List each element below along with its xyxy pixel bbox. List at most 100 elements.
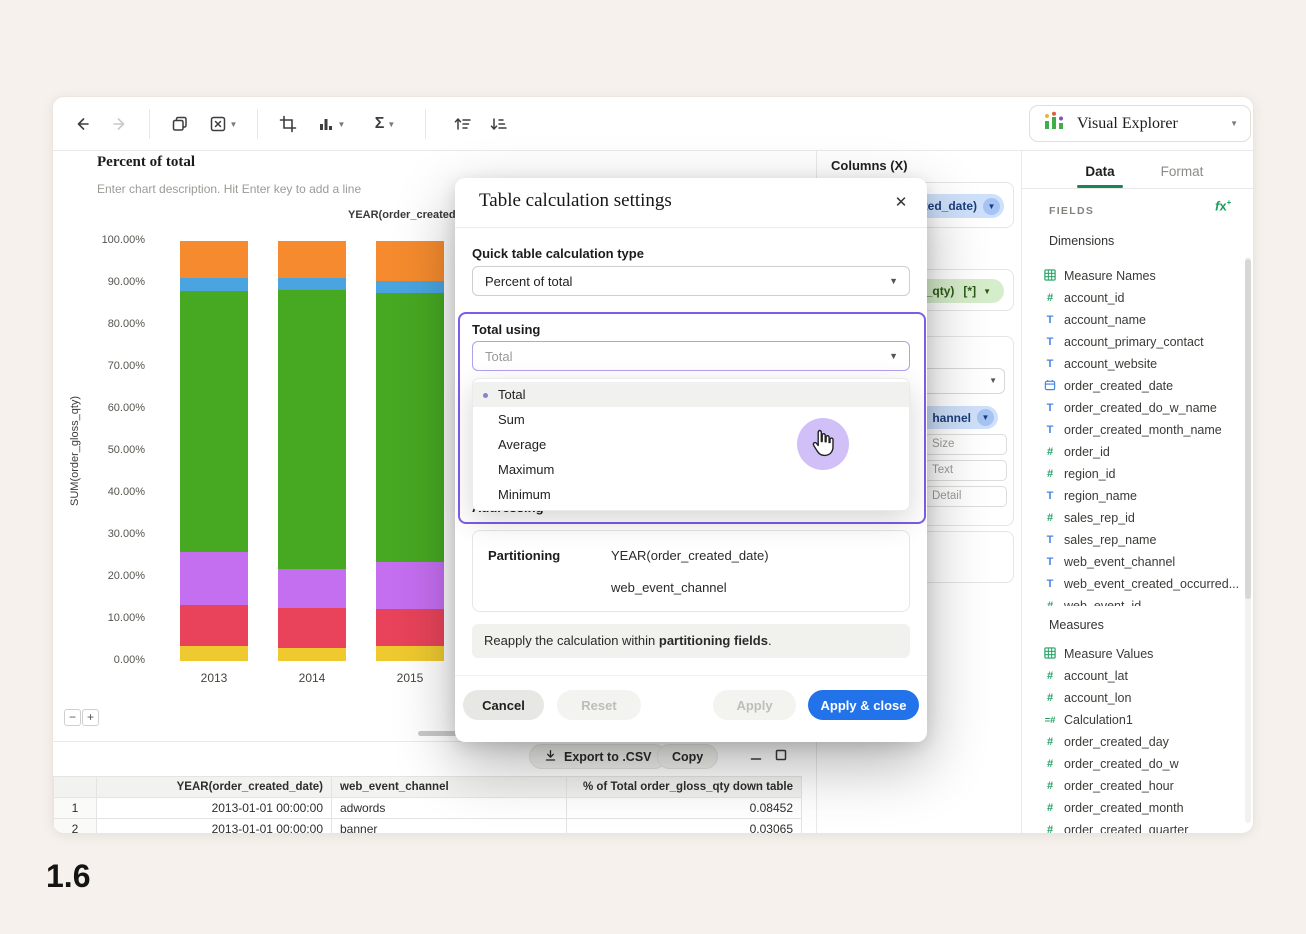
measure-field-order-created-hour[interactable]: #order_created_hour <box>1039 775 1243 797</box>
fields-scrollbar-thumb[interactable] <box>1245 259 1251 599</box>
measure-field-order-created-day[interactable]: #order_created_day <box>1039 731 1243 753</box>
results-cell[interactable]: 2013-01-01 00:00:00 <box>97 798 332 819</box>
measure-field-account-lat[interactable]: #account_lat <box>1039 665 1243 687</box>
clear-chart-icon[interactable]: ▼ <box>203 110 243 138</box>
size-dropzone[interactable]: Size <box>924 434 1007 455</box>
bar-segment-2013-orange[interactable] <box>180 241 248 278</box>
copy-button[interactable]: Copy <box>657 744 718 769</box>
bar-segment-2015-green[interactable] <box>376 293 444 562</box>
reset-button[interactable]: Reset <box>557 690 641 720</box>
app-switcher-button[interactable]: Visual Explorer ▼ <box>1029 105 1251 142</box>
results-column-header[interactable]: web_event_channel <box>332 777 567 798</box>
dimension-field-order-created-do-w-name[interactable]: Torder_created_do_w_name <box>1039 397 1243 419</box>
menu-option-maximum[interactable]: Maximum <box>473 457 909 482</box>
results-cell[interactable]: 2013-01-01 00:00:00 <box>97 819 332 835</box>
dimension-field-account-website[interactable]: Taccount_website <box>1039 353 1243 375</box>
results-cell[interactable]: 0.08452 <box>567 798 802 819</box>
dimension-field-account-id[interactable]: #account_id <box>1039 287 1243 309</box>
maximize-panel-icon[interactable] <box>774 748 788 762</box>
minimize-panel-icon[interactable] <box>749 748 763 762</box>
zoom-out-button[interactable]: − <box>64 709 81 726</box>
results-cell[interactable]: banner <box>332 819 567 835</box>
measure-field-order-created-quarter[interactable]: #order_created_quarter <box>1039 819 1243 834</box>
bar-segment-2015-red[interactable] <box>376 609 444 646</box>
measure-field-calculation1[interactable]: =#Calculation1 <box>1039 709 1243 731</box>
dimension-field-sales-rep-id[interactable]: #sales_rep_id <box>1039 507 1243 529</box>
results-column-header[interactable]: % of Total order_gloss_qty down table <box>567 777 802 798</box>
row-number-cell[interactable]: 1 <box>54 798 97 819</box>
chevron-down-icon[interactable]: ▼ <box>983 287 991 296</box>
chevron-down-icon[interactable]: ▼ <box>977 409 994 426</box>
fields-header: FIELDS <box>1049 205 1094 217</box>
pill-label-fragment: hannel <box>932 411 971 425</box>
bar-segment-2014-orange[interactable] <box>278 241 346 278</box>
close-icon[interactable]: ✕ <box>889 191 913 215</box>
measure-field-account-lon[interactable]: #account_lon <box>1039 687 1243 709</box>
bar-segment-2014-purple[interactable] <box>278 569 346 608</box>
tab-format[interactable]: Format <box>1153 155 1211 188</box>
chart-title[interactable]: Percent of total <box>97 154 195 171</box>
dimension-field-region-name[interactable]: Tregion_name <box>1039 485 1243 507</box>
menu-option-label: Average <box>498 437 546 452</box>
bar-segment-2013-purple[interactable] <box>180 552 248 605</box>
bar-segment-2014-red[interactable] <box>278 608 346 648</box>
bar-segment-2013-red[interactable] <box>180 605 248 646</box>
back-icon[interactable] <box>69 110 95 138</box>
dimension-field-web-event-created-occurred-[interactable]: Tweb_event_created_occurred... <box>1039 573 1243 595</box>
results-column-header[interactable] <box>54 777 97 798</box>
menu-option-minimum[interactable]: Minimum <box>473 482 909 507</box>
add-calculation-fx-icon[interactable]: fx+ <box>1215 198 1231 213</box>
dimension-field-region-id[interactable]: #region_id <box>1039 463 1243 485</box>
measure-field-order-created-month[interactable]: #order_created_month <box>1039 797 1243 819</box>
total-using-select[interactable]: Total ▼ <box>472 341 910 371</box>
dimension-field-account-name[interactable]: Taccount_name <box>1039 309 1243 331</box>
measure-field-order-created-do-w[interactable]: #order_created_do_w <box>1039 753 1243 775</box>
menu-option-total[interactable]: Total <box>473 382 909 407</box>
measure-field-measure-values[interactable]: Measure Values <box>1039 643 1243 665</box>
text-icon: T <box>1043 402 1057 414</box>
cancel-button[interactable]: Cancel <box>463 690 544 720</box>
dimension-field-web-event-channel[interactable]: Tweb_event_channel <box>1039 551 1243 573</box>
bar-segment-2015-purple[interactable] <box>376 562 444 609</box>
selected-option-dot <box>483 393 488 398</box>
row-number-cell[interactable]: 2 <box>54 819 97 835</box>
chart-type-icon[interactable]: ▼ <box>311 110 351 138</box>
bar-segment-2013-blue[interactable] <box>180 278 248 290</box>
bar-segment-2015-blue[interactable] <box>376 281 444 293</box>
sort-descending-icon[interactable] <box>485 110 511 138</box>
dimension-field-web-event-id[interactable]: #web_event_id <box>1039 595 1243 606</box>
apply-button[interactable]: Apply <box>713 690 796 720</box>
zoom-in-button[interactable]: + <box>82 709 99 726</box>
dimension-field-measure-names[interactable]: Measure Names <box>1039 265 1243 287</box>
bar-segment-2014-blue[interactable] <box>278 278 346 290</box>
export-csv-button[interactable]: Export to .CSV <box>529 744 667 769</box>
dimension-field-order-created-date[interactable]: order_created_date <box>1039 375 1243 397</box>
tabs-border <box>1021 188 1253 189</box>
results-cell[interactable]: adwords <box>332 798 567 819</box>
bar-segment-2013-green[interactable] <box>180 291 248 552</box>
chevron-down-icon[interactable]: ▼ <box>983 198 1000 215</box>
bar-segment-2015-yellow[interactable] <box>376 646 444 661</box>
tab-data[interactable]: Data <box>1077 155 1123 188</box>
duplicate-chart-icon[interactable] <box>167 110 193 138</box>
bar-segment-2013-yellow[interactable] <box>180 646 248 661</box>
results-cell[interactable]: 0.03065 <box>567 819 802 835</box>
detail-dropzone[interactable]: Detail <box>924 486 1007 507</box>
results-column-header[interactable]: YEAR(order_created_date) <box>97 777 332 798</box>
bar-segment-2014-green[interactable] <box>278 290 346 569</box>
chart-description-placeholder[interactable]: Enter chart description. Hit Enter key t… <box>97 182 361 196</box>
aggregate-sigma-icon[interactable]: Σ ▼ <box>365 110 405 138</box>
forward-icon[interactable] <box>107 110 133 138</box>
crop-icon[interactable] <box>275 110 301 138</box>
apply-close-button[interactable]: Apply & close <box>808 690 919 720</box>
dimension-field-order-created-month-name[interactable]: Torder_created_month_name <box>1039 419 1243 441</box>
sort-ascending-icon[interactable] <box>449 110 475 138</box>
dimension-field-sales-rep-name[interactable]: Tsales_rep_name <box>1039 529 1243 551</box>
bar-segment-2015-orange[interactable] <box>376 241 444 281</box>
quick-calc-select[interactable]: Percent of total ▼ <box>472 266 910 296</box>
text-dropzone[interactable]: Text <box>924 460 1007 481</box>
bar-segment-2014-yellow[interactable] <box>278 648 346 661</box>
dimension-field-account-primary-contact[interactable]: Taccount_primary_contact <box>1039 331 1243 353</box>
dimension-field-order-id[interactable]: #order_id <box>1039 441 1243 463</box>
field-label: web_event_id <box>1064 599 1141 606</box>
